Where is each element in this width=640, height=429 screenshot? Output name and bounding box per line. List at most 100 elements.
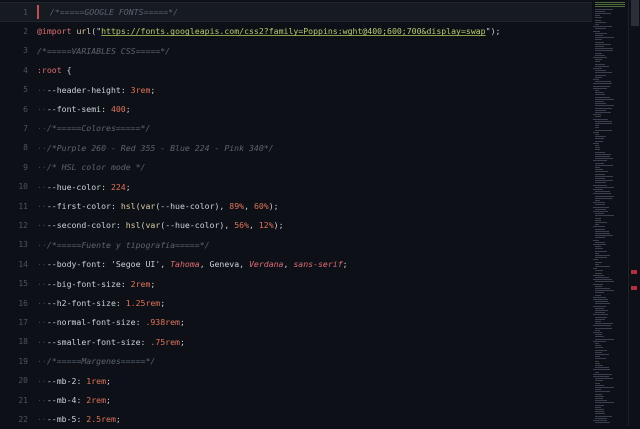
minimap-line: [595, 37, 614, 39]
line-number: 17: [18, 317, 28, 327]
minimap-line: [595, 303, 610, 305]
code-line[interactable]: 22 ·· --mb-5: 2.5rem;: [0, 409, 592, 429]
minimap-line: [593, 274, 604, 276]
code-line[interactable]: 11 ·· --first-color: hsl(var (--hue-color),…: [0, 196, 592, 216]
code-line[interactable]: 8 ··/*Purple 260 - Red 355 - Blue 224 - P…: [0, 138, 592, 158]
code-line[interactable]: 18 ·· --smaller-font-size: .75rem;: [0, 332, 592, 352]
code-token: 1rem: [86, 375, 107, 386]
minimap-line: [593, 268, 597, 270]
code-token: (--hue-color),: [160, 220, 235, 231]
minimap-line: [595, 98, 614, 100]
minimap-line: [593, 420, 607, 421]
minimap-line: [595, 10, 605, 12]
minimap-line: [595, 92, 604, 94]
code-token: :: [140, 336, 151, 347]
code-line[interactable]: 3 /*=====VARIABLES CSS=====*/: [0, 41, 592, 61]
code-token: :: [115, 220, 126, 231]
minimap-line: [595, 415, 612, 417]
line-number: 1: [23, 7, 28, 17]
code-token: :: [115, 298, 126, 308]
minimap-line: [595, 101, 604, 102]
minimap-line: [595, 395, 604, 397]
vertical-scrollbar[interactable]: [628, 0, 640, 426]
minimap-line: [595, 156, 610, 157]
code-line[interactable]: 4:root {: [0, 60, 592, 80]
minimap-line: [595, 233, 610, 234]
code-token: ··: [37, 239, 47, 250]
minimap-line: [593, 299, 608, 300]
code-token: ,: [283, 259, 294, 270]
minimap[interactable]: [592, 0, 628, 426]
minimap-line: [595, 153, 611, 155]
minimap-line: [593, 283, 603, 285]
minimap-line: [595, 387, 614, 388]
line-number: 22: [18, 414, 28, 424]
scrollbar-marker: [631, 270, 637, 274]
code-token: :root: [37, 65, 62, 76]
code-token: :: [76, 414, 87, 425]
code-token: ··: [37, 123, 47, 134]
minimap-line: [595, 178, 605, 179]
minimap-line: [595, 109, 606, 111]
code-line[interactable]: 9 ··/* HSL color mode */: [0, 157, 592, 177]
code-token: ··: [37, 395, 47, 405]
code-line[interactable]: 2 @import url(" https://fonts.googleapis.c…: [0, 21, 592, 41]
minimap-line: [595, 281, 614, 283]
minimap-line: [595, 400, 607, 402]
minimap-line: [595, 318, 605, 320]
code-token: --big-font-size: [46, 278, 121, 289]
line-code: ·· --mb-2: 1rem;: [37, 371, 111, 391]
code-line[interactable]: 16 ·· --h2-font-size: 1.25rem;: [0, 293, 592, 313]
minimap-line: [593, 83, 612, 85]
code-token: ;: [115, 414, 121, 425]
code-line[interactable]: 15 ·· --big-font-size: 2rem;: [0, 274, 592, 294]
minimap-line: [595, 237, 605, 239]
code-line[interactable]: 21 ·· --mb-4: 2rem;: [0, 390, 592, 410]
code-token: ;: [150, 278, 156, 289]
minimap-line: [595, 149, 600, 151]
code-line[interactable]: 6 ·· --font-semi: 400;: [0, 99, 592, 119]
minimap-line: [595, 224, 599, 226]
minimap-line: [595, 402, 614, 404]
code-line[interactable]: 13 ··/*=====Fuente y tipografia=====*/: [0, 235, 592, 255]
code-line[interactable]: 19 ··/*=====Margenes=====*/: [0, 351, 592, 371]
minimap-line: [593, 369, 610, 371]
line-code: ··/*=====Margenes=====*/: [37, 351, 155, 371]
code-line[interactable]: 14 ·· --body-font: 'Segoe UI', Tahoma, Gen…: [0, 254, 592, 274]
minimap-line: [593, 279, 612, 281]
minimap-line: [595, 182, 606, 184]
line-number: 4: [23, 65, 28, 75]
minimap-line: [595, 204, 605, 206]
minimap-line: [595, 175, 613, 177]
line-code: ·· --normal-font-size: .938rem;: [37, 312, 185, 332]
code-token: hsl: [125, 220, 141, 231]
code-line[interactable]: 20 ·· --mb-2: 1rem;: [0, 371, 592, 391]
minimap-line: [595, 250, 607, 252]
minimap-line: [595, 413, 605, 415]
minimap-line: [595, 63, 605, 65]
code-line[interactable]: 5 ·· --header-height: 3rem;: [0, 80, 592, 100]
code-token: --mb-4: [46, 395, 77, 405]
scrollbar-thumb[interactable]: [631, 0, 639, 26]
code-line[interactable]: 10 ·· --hue-color: 224;: [0, 177, 592, 197]
minimap-line: [595, 6, 625, 8]
code-editor[interactable]: 1 /*=====GOOGLE FONTS=====*/ 2 @import url…: [0, 0, 592, 426]
code-token: --h2-font-size: [46, 298, 116, 308]
line-number: 2: [23, 26, 28, 36]
minimap-line: [595, 349, 607, 351]
minimap-line: [595, 290, 614, 292]
minimap-line: [595, 52, 602, 54]
minimap-line: [595, 94, 605, 96]
code-token: 'Segoe UI': [110, 259, 161, 270]
code-token: 2rem: [86, 395, 107, 405]
code-token: /*=====Margenes=====*/: [46, 356, 156, 367]
code-line[interactable]: 7 ··/*=====Colores=====*/: [0, 118, 592, 138]
line-code: ·· --second-color: hsl(var (--hue-color), …: [37, 215, 284, 235]
code-line[interactable]: 1 /*=====GOOGLE FONTS=====*/: [0, 2, 592, 22]
code-line[interactable]: 17 ·· --normal-font-size: .938rem;: [0, 312, 592, 332]
code-line[interactable]: 12 ·· --second-color: hsl(var (--hue-color)…: [0, 215, 592, 235]
code-token: :: [101, 181, 111, 192]
minimap-line: [595, 103, 606, 105]
line-number: 11: [18, 201, 28, 211]
minimap-line: [595, 316, 607, 318]
